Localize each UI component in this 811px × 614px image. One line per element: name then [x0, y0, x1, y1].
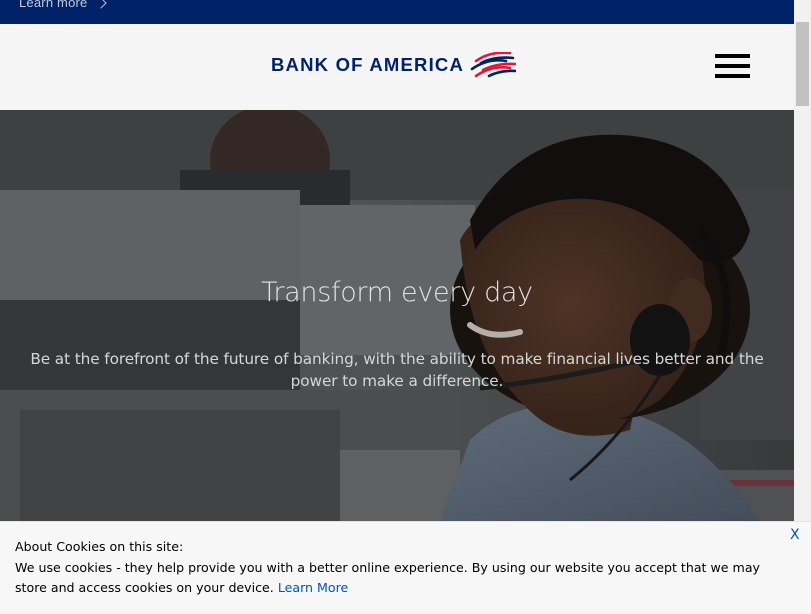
logo-text: BANK OF AMERICA: [271, 53, 465, 75]
flag-icon: [470, 52, 517, 78]
menu-bar: [715, 54, 750, 58]
hero-subtitle: Be at the forefront of the future of ban…: [30, 350, 764, 390]
cookie-banner: About Cookies on this site: We use cooki…: [0, 521, 811, 614]
promo-learn-more-label: Learn more: [19, 0, 88, 10]
site-header: BANK OF AMERICA: [0, 24, 794, 110]
chevron-right-icon: [95, 0, 108, 9]
scrollbar-thumb[interactable]: [796, 22, 809, 106]
cookie-learn-more-link[interactable]: Learn More: [278, 580, 348, 595]
hamburger-menu-icon[interactable]: [715, 52, 750, 79]
menu-bar: [715, 74, 750, 78]
cookie-message: We use cookies - they help provide you w…: [15, 558, 785, 598]
hero-photo: [0, 110, 794, 521]
cookie-close-button[interactable]: X: [790, 527, 800, 543]
hero-title: Transform every day: [261, 277, 533, 308]
bank-logo[interactable]: BANK OF AMERICA: [271, 52, 517, 78]
promo-bar: Learn more: [0, 0, 794, 24]
cookie-heading: About Cookies on this site:: [15, 539, 184, 554]
cookie-body-text: We use cookies - they help provide you w…: [15, 560, 760, 595]
hero-banner: Transform every day Be at the forefront …: [0, 110, 794, 521]
menu-bar: [715, 64, 750, 68]
promo-learn-more-link[interactable]: Learn more: [19, 0, 108, 10]
